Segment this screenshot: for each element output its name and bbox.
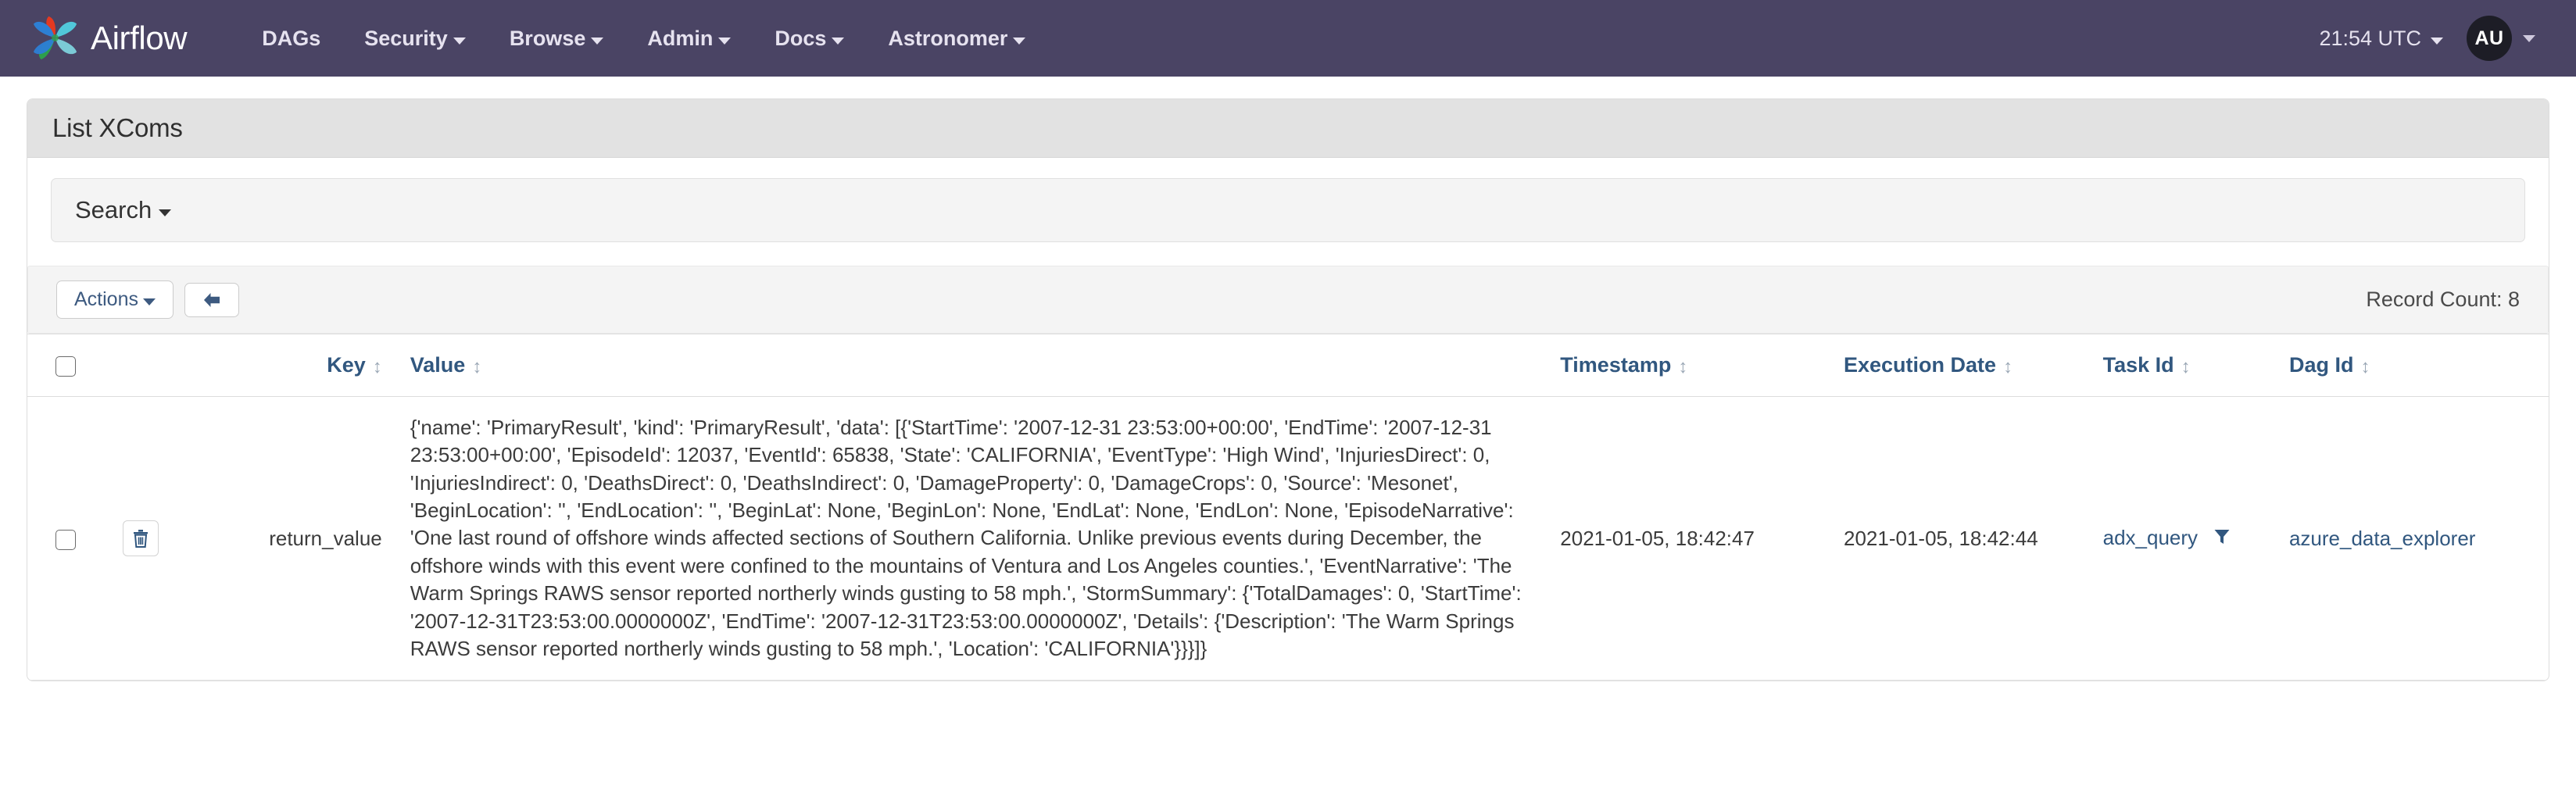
sort-updown-icon[interactable]: ↕ bbox=[472, 358, 481, 377]
delete-record-button[interactable] bbox=[122, 520, 159, 557]
caret-down-icon bbox=[142, 298, 156, 305]
chevron-down-icon bbox=[453, 37, 466, 45]
nav-item-astronomer[interactable]: Astronomer bbox=[866, 17, 1047, 60]
th-value[interactable]: Value ↕ bbox=[402, 334, 1553, 397]
sort-updown-icon[interactable]: ↕ bbox=[1678, 358, 1687, 377]
record-count: Record Count: 8 bbox=[2366, 288, 2520, 311]
list-xcoms-panel: List XComs Search Actions Record Count: … bbox=[27, 98, 2549, 682]
cell-value: {'name': 'PrimaryResult', 'kind': 'Prima… bbox=[402, 396, 1553, 681]
th-execution-date[interactable]: Execution Date ↕ bbox=[1836, 334, 2095, 397]
nav-item-dags[interactable]: DAGs bbox=[240, 17, 342, 60]
sort-updown-icon[interactable]: ↕ bbox=[2181, 358, 2191, 377]
nav-item-label: Browse bbox=[509, 26, 586, 50]
cell-timestamp: 2021-01-05, 18:42:47 bbox=[1552, 396, 1836, 681]
brand-name: Airflow bbox=[91, 20, 188, 56]
chevron-down-icon bbox=[832, 37, 845, 45]
search-panel: Search bbox=[51, 178, 2525, 242]
actions-button-label: Actions bbox=[74, 288, 138, 310]
cell-task-id: adx_query bbox=[2095, 396, 2281, 681]
search-label: Search bbox=[75, 196, 152, 223]
th-key-label: Key bbox=[327, 353, 366, 377]
nav-links: DAGs Security Browse Admin Docs Astronom… bbox=[240, 17, 1047, 60]
th-select-all bbox=[27, 334, 115, 397]
xcoms-table-wrapper: Key ↕ Value ↕ Timestamp ↕ Execution Date ↕ bbox=[27, 334, 2549, 681]
table-header-row: Key ↕ Value ↕ Timestamp ↕ Execution Date ↕ bbox=[27, 334, 2549, 397]
chevron-down-icon bbox=[1013, 37, 1026, 45]
th-task-id-label: Task Id bbox=[2102, 353, 2174, 377]
actions-toolbar: Actions Record Count: 8 bbox=[27, 266, 2549, 334]
cell-dag-id: azure_data_explorer bbox=[2281, 396, 2549, 681]
th-actions bbox=[114, 334, 200, 397]
row-select-cell bbox=[27, 396, 115, 681]
th-dag-id-label: Dag Id bbox=[2288, 353, 2354, 377]
nav-item-label: Admin bbox=[647, 26, 714, 50]
sort-updown-icon[interactable]: ↕ bbox=[373, 358, 382, 377]
nav-item-label: Docs bbox=[775, 26, 827, 50]
chevron-down-icon bbox=[2523, 34, 2535, 42]
chevron-down-icon bbox=[591, 37, 604, 45]
panel-body: Search Actions Record Count: 8 Key ↕ Val… bbox=[27, 158, 2549, 681]
th-execution-date-label: Execution Date bbox=[1844, 353, 1997, 377]
nav-item-docs[interactable]: Docs bbox=[753, 17, 866, 60]
caret-down-icon bbox=[159, 209, 172, 216]
utc-clock-label: 21:54 UTC bbox=[2319, 26, 2421, 50]
sort-updown-icon[interactable]: ↕ bbox=[2360, 358, 2370, 377]
user-menu[interactable]: AU bbox=[2467, 16, 2535, 61]
table-row: return_value {'name': 'PrimaryResult', '… bbox=[27, 396, 2549, 681]
filter-funnel-icon[interactable] bbox=[2213, 527, 2231, 552]
panel-heading: List XComs bbox=[27, 99, 2549, 158]
nav-item-security[interactable]: Security bbox=[342, 17, 488, 60]
table-head: Key ↕ Value ↕ Timestamp ↕ Execution Date ↕ bbox=[27, 334, 2549, 397]
arrow-left-icon bbox=[203, 292, 220, 307]
airflow-pinwheel-logo-icon bbox=[31, 14, 80, 63]
th-task-id[interactable]: Task Id ↕ bbox=[2095, 334, 2281, 397]
chevron-down-icon bbox=[2431, 37, 2443, 45]
page-title: List XComs bbox=[52, 113, 183, 142]
nav-item-label: DAGs bbox=[262, 26, 321, 50]
nav-item-label: Astronomer bbox=[888, 26, 1008, 50]
nav-item-label: Security bbox=[364, 26, 448, 50]
cell-execution-date: 2021-01-05, 18:42:44 bbox=[1836, 396, 2095, 681]
navbar-right-group: 21:54 UTC AU bbox=[2319, 16, 2535, 61]
chevron-down-icon bbox=[718, 37, 732, 45]
brand-home-link[interactable]: Airflow bbox=[31, 14, 188, 63]
row-actions-cell bbox=[114, 396, 200, 681]
xcoms-table: Key ↕ Value ↕ Timestamp ↕ Execution Date ↕ bbox=[27, 334, 2549, 681]
select-all-checkbox[interactable] bbox=[55, 355, 76, 377]
back-button[interactable] bbox=[184, 282, 239, 317]
nav-item-browse[interactable]: Browse bbox=[488, 17, 626, 60]
dag-id-link[interactable]: azure_data_explorer bbox=[2289, 527, 2476, 550]
page-container: List XComs Search Actions Record Count: … bbox=[0, 77, 2576, 682]
avatar: AU bbox=[2467, 16, 2512, 61]
table-body: return_value {'name': 'PrimaryResult', '… bbox=[27, 396, 2549, 681]
nav-item-admin[interactable]: Admin bbox=[625, 17, 753, 60]
utc-clock-dropdown[interactable]: 21:54 UTC bbox=[2319, 27, 2443, 51]
th-value-label: Value bbox=[410, 353, 466, 377]
th-dag-id[interactable]: Dag Id ↕ bbox=[2281, 334, 2549, 397]
th-timestamp[interactable]: Timestamp ↕ bbox=[1552, 334, 1836, 397]
trash-icon bbox=[133, 530, 148, 548]
task-id-link[interactable]: adx_query bbox=[2103, 526, 2198, 549]
top-navbar: Airflow DAGs Security Browse Admin Docs … bbox=[0, 0, 2576, 77]
search-toggle[interactable]: Search bbox=[75, 196, 172, 224]
th-timestamp-label: Timestamp bbox=[1560, 353, 1672, 377]
cell-key: return_value bbox=[199, 396, 402, 681]
sort-updown-icon[interactable]: ↕ bbox=[2003, 358, 2012, 377]
th-key[interactable]: Key ↕ bbox=[199, 334, 402, 397]
row-checkbox[interactable] bbox=[55, 529, 76, 550]
actions-button[interactable]: Actions bbox=[56, 280, 174, 319]
